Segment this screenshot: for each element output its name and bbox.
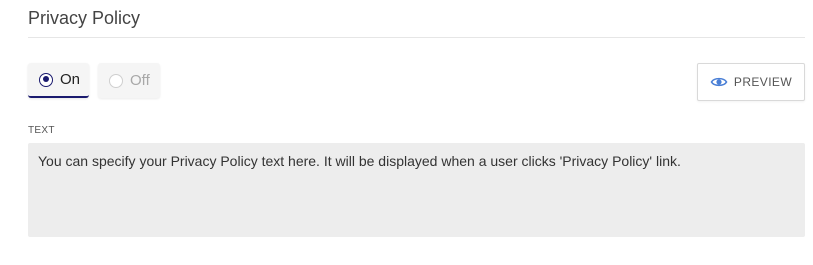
section-title: Privacy Policy <box>28 8 141 28</box>
eye-icon <box>710 73 728 91</box>
privacy-policy-panel: Privacy Policy On Off PREVIEW TEXT You c… <box>0 0 813 265</box>
radio-off-label: Off <box>130 72 150 89</box>
radio-on-label: On <box>60 71 81 88</box>
radio-checked-icon <box>39 72 53 87</box>
radio-off-option[interactable]: Off <box>98 63 160 98</box>
preview-label: PREVIEW <box>733 75 793 89</box>
radio-on-option[interactable]: On <box>28 63 89 98</box>
preview-button[interactable]: PREVIEW <box>697 63 805 101</box>
divider <box>28 37 805 38</box>
privacy-text-input[interactable]: You can specify your Privacy Policy text… <box>28 143 805 237</box>
text-field-label: TEXT <box>28 125 55 136</box>
radio-unchecked-icon <box>109 73 123 88</box>
